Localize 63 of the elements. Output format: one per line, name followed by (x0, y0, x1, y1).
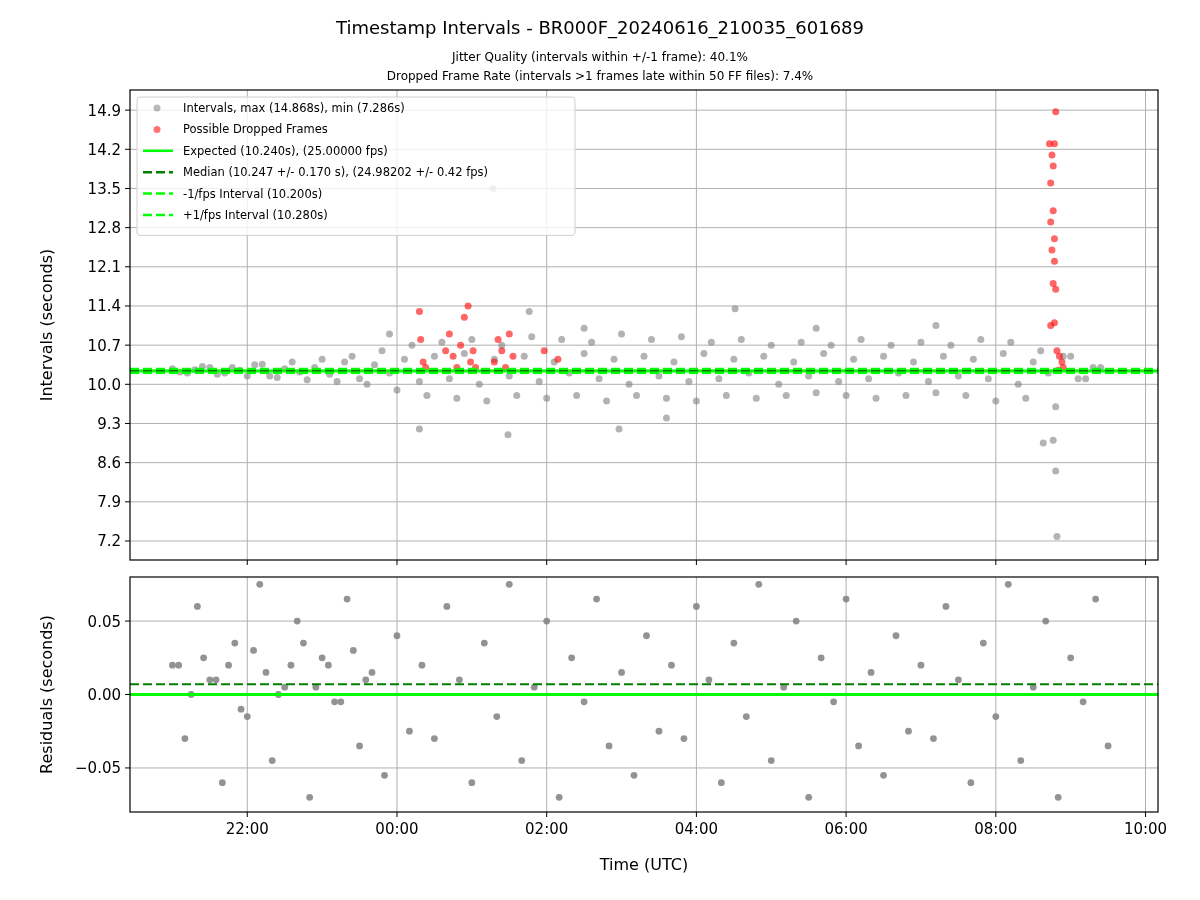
axis-tick-label: 08:00 (974, 820, 1018, 838)
x-axis-tick (246, 559, 248, 566)
y-axis-tick (124, 305, 131, 307)
x-axis-tick (845, 811, 847, 818)
axis-tick-label: 04:00 (674, 820, 718, 838)
axis-tick-label: 10.0 (87, 375, 121, 394)
axis-tick-label: 9.3 (97, 415, 121, 433)
legend-label: -1/fps Interval (10.200s) (183, 186, 323, 201)
x-axis-tick (396, 811, 398, 818)
axis-tick-label: 12.8 (87, 219, 121, 238)
x-axis-tick (1145, 559, 1146, 566)
y-axis-tick (124, 383, 131, 385)
y-axis-tick (124, 188, 131, 189)
y-axis-tick (124, 227, 131, 229)
chart-subtitle: Jitter Quality (intervals within +/-1 frame): 40.1% (452, 49, 748, 66)
axis-tick-label: 12.1 (87, 258, 121, 277)
axis-tick-label: 14.9 (87, 101, 121, 120)
axis-tick-label: 06:00 (824, 820, 868, 838)
x-axis-tick (695, 811, 697, 818)
chart-subtitle: Dropped Frame Rate (intervals >1 frames late within 50 FF files): 7.4% (386, 68, 814, 85)
x-axis-tick (845, 559, 847, 566)
axis-title: Intervals (seconds) (37, 248, 56, 402)
y-axis-tick (124, 344, 131, 346)
y-axis-tick (124, 462, 131, 464)
axis-tick-label: 8.6 (97, 454, 121, 473)
legend-label: Expected (10.240s), (25.00000 fps) (183, 143, 388, 158)
axis-tick-label: 14.2 (87, 140, 121, 159)
axis-tick-label: 10:00 (1123, 820, 1168, 838)
axis-tick-label: 0.00 (87, 686, 121, 704)
y-axis-tick (124, 109, 131, 111)
x-axis-tick (995, 811, 997, 818)
x-axis-tick (246, 811, 248, 818)
chart-title: Timestamp Intervals - BR000F_20240616_210035_601689 (335, 16, 865, 40)
y-axis-tick (124, 501, 131, 503)
axis-title: Residuals (seconds) (37, 615, 56, 774)
axis-tick-label: 10.7 (87, 336, 121, 355)
axis-tick-label: 0.05 (87, 612, 121, 631)
y-axis-tick (124, 423, 131, 424)
y-axis-tick (124, 767, 131, 769)
axis-tick-label: 7.9 (97, 493, 121, 512)
x-axis-tick (396, 559, 398, 566)
axis-tick-label: 7.2 (97, 532, 121, 551)
x-axis-tick (995, 559, 997, 566)
axis-tick-label: 02:00 (525, 820, 569, 838)
y-axis-tick (124, 694, 131, 695)
legend-label: Possible Dropped Frames (183, 122, 328, 137)
legend-label: +1/fps Interval (10.280s) (183, 208, 328, 222)
y-axis-tick (124, 148, 131, 150)
axis-tick-label: −0.05 (75, 759, 121, 778)
y-axis-tick (124, 266, 131, 268)
legend-label: Median (10.247 +/- 0.170 s), (24.98202 +/- 0.42 fps) (183, 165, 488, 180)
x-axis-tick (695, 559, 697, 566)
axis-tick-label: 22:00 (225, 820, 269, 838)
axis-tick-label: 11.4 (87, 297, 121, 316)
axis-tick-label: 13.5 (87, 180, 121, 198)
x-axis-tick (546, 559, 548, 566)
y-axis-tick (124, 620, 131, 622)
y-axis-tick (124, 540, 131, 542)
x-axis-tick (1145, 811, 1146, 818)
axis-title: Time (UTC) (599, 855, 689, 874)
axis-tick-label: 00:00 (375, 820, 419, 838)
x-axis-tick (546, 811, 548, 818)
legend-label: Intervals, max (14.868s), min (7.286s) (183, 101, 405, 115)
